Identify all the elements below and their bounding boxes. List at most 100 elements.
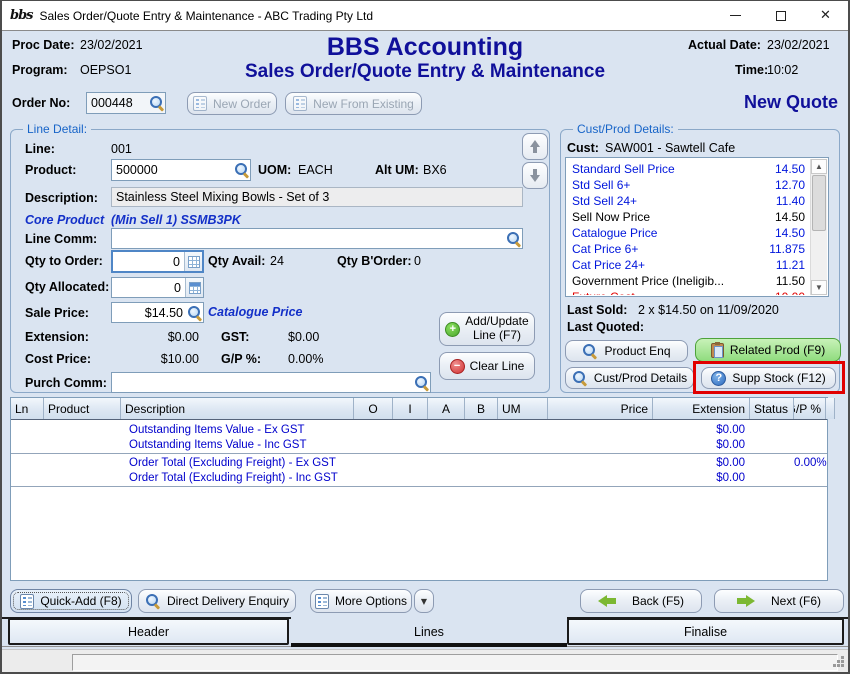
price-list-item[interactable]: Standard Sell Price14.50 — [567, 161, 810, 177]
maximize-icon — [776, 11, 786, 21]
quick-add-icon — [20, 594, 34, 609]
proc-date-label: Proc Date: — [12, 38, 75, 52]
qty-allocated-input[interactable] — [112, 278, 185, 297]
minimize-icon — [730, 15, 741, 16]
product-search-icon[interactable] — [234, 162, 250, 178]
line-comm-input-wrap — [111, 228, 523, 249]
time-value: 10:02 — [767, 63, 798, 77]
status-bar-field — [72, 654, 838, 671]
actual-date-label: Actual Date: — [688, 38, 761, 52]
related-prod-button[interactable]: Related Prod (F9) — [695, 338, 841, 362]
scrollbar-down-button[interactable]: ▼ — [811, 280, 827, 295]
tab-finalise[interactable]: Finalise — [567, 618, 844, 645]
tab-strip: Header Lines Finalise — [2, 617, 848, 647]
proc-date-value: 23/02/2021 — [80, 38, 143, 52]
resize-grip-icon[interactable] — [841, 656, 844, 659]
description-label: Description: — [25, 191, 98, 205]
add-update-line-button[interactable]: + Add/Update Line (F7) — [439, 312, 535, 346]
quick-add-button[interactable]: Quick-Add (F8) — [10, 589, 132, 613]
cost-price-value: $10.00 — [111, 352, 199, 366]
description-input-wrap — [111, 187, 523, 207]
qty-allocated-label: Qty Allocated: — [25, 280, 109, 294]
direct-delivery-search-icon — [145, 593, 161, 609]
new-order-icon — [193, 96, 207, 111]
price-list-item[interactable]: Cat Price 6+11.875 — [567, 241, 810, 257]
new-from-existing-button[interactable]: New From Existing — [285, 92, 422, 115]
price-list-item[interactable]: Catalogue Price14.50 — [567, 225, 810, 241]
sale-price-input[interactable] — [112, 303, 187, 322]
order-mode-text: New Quote — [744, 92, 838, 113]
line-value: 001 — [111, 142, 132, 156]
table-row: Outstanding Items Value - Ex GST $0.00 — [11, 422, 827, 437]
direct-delivery-enquiry-button[interactable]: Direct Delivery Enquiry — [138, 589, 296, 613]
cust-prod-details-button[interactable]: Cust/Prod Details — [565, 367, 694, 389]
clear-line-button[interactable]: − Clear Line — [439, 352, 535, 380]
maximize-button[interactable] — [758, 1, 803, 30]
purch-comm-input-wrap — [111, 372, 431, 393]
description-input[interactable] — [112, 188, 522, 206]
scrollbar-up-button[interactable]: ▲ — [811, 159, 827, 174]
qty-allocated-input-wrap — [111, 277, 204, 298]
calculator-icon — [189, 282, 201, 294]
tab-lines[interactable]: Lines — [291, 618, 567, 645]
more-options-button[interactable]: More Options — [310, 589, 412, 613]
line-up-button[interactable] — [522, 133, 548, 160]
time-label: Time: — [735, 63, 768, 77]
cust-label: Cust: — [567, 141, 599, 155]
clipboard-icon — [711, 343, 724, 358]
line-comm-input[interactable] — [112, 229, 506, 248]
sale-price-label: Sale Price: — [25, 306, 89, 320]
purch-comm-label: Purch Comm: — [25, 376, 107, 390]
close-button[interactable]: ✕ — [803, 1, 848, 30]
new-order-button[interactable]: New Order — [187, 92, 277, 115]
tab-header[interactable]: Header — [8, 618, 289, 645]
price-list-item[interactable]: Cat Price 24+11.21 — [567, 257, 810, 273]
order-no-input[interactable] — [87, 93, 149, 113]
grid-icon — [188, 256, 200, 268]
uom-value: EACH — [298, 163, 333, 177]
scrollbar-thumb[interactable] — [812, 175, 826, 231]
qty-to-order-label: Qty to Order: — [25, 254, 103, 268]
qty-border-value: 0 — [414, 254, 421, 268]
price-source-text: Catalogue Price — [208, 305, 302, 319]
qty-to-order-input[interactable] — [113, 252, 184, 271]
purch-comm-input[interactable] — [112, 373, 414, 392]
arrow-up-icon — [530, 140, 540, 153]
order-no-label: Order No: — [12, 96, 70, 110]
table-header-row: Ln Product Description O I A B UM Price … — [11, 398, 827, 420]
more-options-icon — [315, 594, 329, 609]
line-detail-group: Line Detail: Line: 001 Product: UOM: EAC… — [10, 129, 550, 393]
next-arrow-icon — [737, 595, 755, 607]
price-list-scrollbar[interactable]: ▲ ▼ — [810, 159, 827, 295]
product-label: Product: — [25, 163, 76, 177]
order-no-input-wrap — [86, 92, 166, 114]
purch-comm-search-icon[interactable] — [414, 375, 430, 391]
line-comm-search-icon[interactable] — [506, 231, 522, 247]
back-button[interactable]: Back (F5) — [580, 589, 702, 613]
qty-allocated-calc-button[interactable] — [185, 278, 203, 297]
minimize-button[interactable] — [713, 1, 758, 30]
supp-stock-button[interactable]: ? Supp Stock (F12) — [701, 367, 836, 389]
order-search-icon[interactable] — [149, 95, 165, 111]
table-row: Outstanding Items Value - Inc GST $0.00 — [11, 437, 827, 452]
price-list-item[interactable]: Std Sell 24+11.40 — [567, 193, 810, 209]
sale-price-search-icon[interactable] — [187, 305, 203, 321]
product-input[interactable] — [112, 160, 234, 180]
qty-to-order-grid-button[interactable] — [184, 252, 202, 271]
program-label: Program: — [12, 63, 68, 77]
more-options-dropdown-button[interactable]: ▼ — [414, 589, 434, 613]
cust-value: SAW001 - Sawtell Cafe — [605, 141, 735, 155]
price-list-item[interactable]: Future Cost10.00 — [567, 289, 810, 295]
price-listbox[interactable]: Standard Sell Price14.50 Std Sell 6+12.7… — [565, 157, 829, 297]
table-row: Order Total (Excluding Freight) - Inc GS… — [11, 470, 827, 485]
line-down-button[interactable] — [522, 162, 548, 189]
price-list-item[interactable]: Sell Now Price14.50 — [567, 209, 810, 225]
price-list-item[interactable]: Government Price (Ineligib...11.50 — [567, 273, 810, 289]
last-sold-label: Last Sold: — [567, 303, 627, 317]
product-enq-button[interactable]: Product Enq — [565, 340, 688, 362]
price-list-item[interactable]: Std Sell 6+12.70 — [567, 177, 810, 193]
min-sell-text: (Min Sell 1) SSMB3PK — [111, 213, 241, 227]
last-quoted-label: Last Quoted: — [567, 320, 644, 334]
next-button[interactable]: Next (F6) — [714, 589, 844, 613]
plus-icon: + — [445, 322, 460, 337]
